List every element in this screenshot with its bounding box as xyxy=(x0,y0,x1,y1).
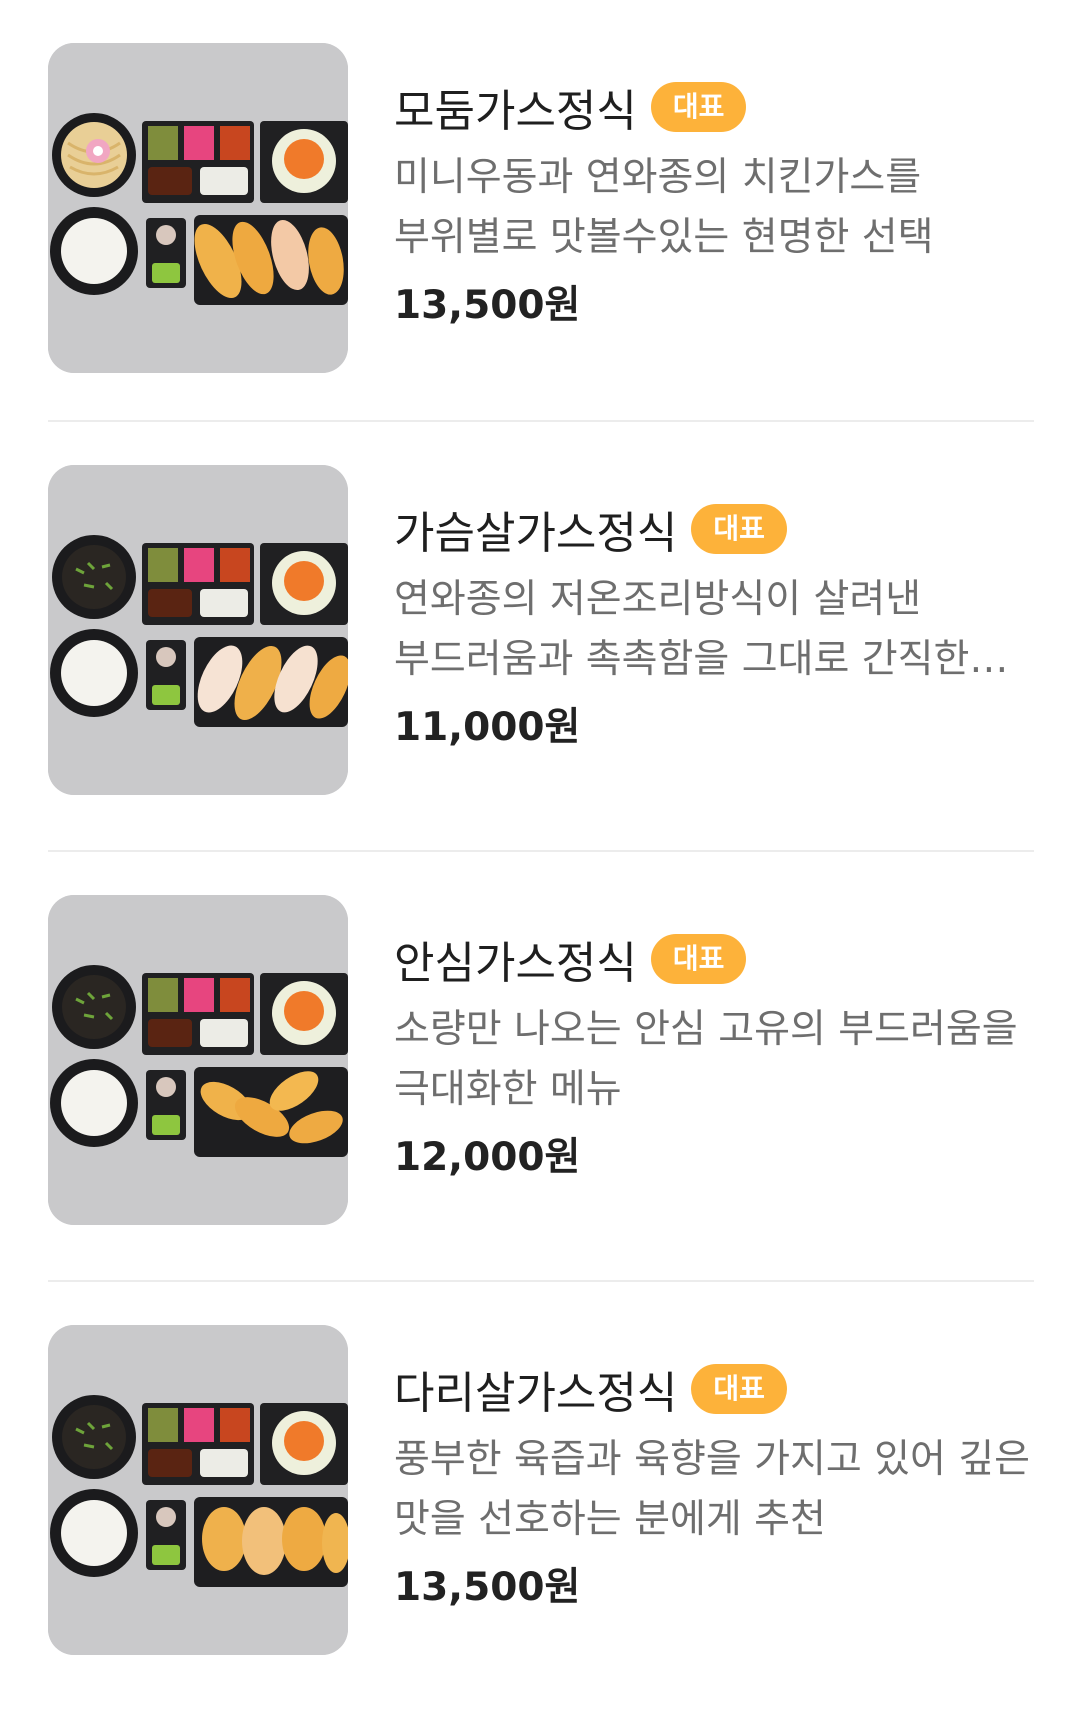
signature-badge: 대표 xyxy=(691,504,787,554)
signature-badge: 대표 xyxy=(691,1364,787,1414)
menu-item-title-row: 모둠가스정식 대표 xyxy=(394,72,1034,142)
menu-item-name: 가슴살가스정식 xyxy=(394,508,678,559)
menu-item-info: 다리살가스정식 대표 풍부한 육즙과 육향을 가지고 있어 깊은 맛을 선호하는… xyxy=(394,1354,1034,1618)
menu-item-price: 12,000원 xyxy=(394,1135,581,1180)
menu-item-info: 가슴살가스정식 대표 연와종의 저온조리방식이 살려낸 부드러움과 촉촉함을 그… xyxy=(394,494,1034,758)
menu-list: 모둠가스정식 대표 미니우동과 연와종의 치킨가스를 부위별로 맛볼수있는 현명… xyxy=(0,0,1080,1712)
signature-badge: 대표 xyxy=(650,82,747,132)
menu-item-info: 안심가스정식 대표 소량만 나오는 안심 고유의 부드러움을 극대화한 메뉴 1… xyxy=(394,924,1034,1188)
menu-item[interactable]: 모둠가스정식 대표 미니우동과 연와종의 치킨가스를 부위별로 맛볼수있는 현명… xyxy=(0,0,1080,422)
menu-item-photo[interactable] xyxy=(48,465,348,795)
menu-item-price: 13,500원 xyxy=(394,1565,581,1610)
set-meal-photo-soup xyxy=(48,895,348,1225)
menu-item-photo[interactable] xyxy=(48,1325,348,1655)
menu-item-name: 다리살가스정식 xyxy=(394,1368,678,1419)
menu-item-description: 풍부한 육즙과 육향을 가지고 있어 깊은 맛을 선호하는 분에게 추천 xyxy=(394,1437,1031,1542)
set-meal-photo-soup xyxy=(48,465,348,795)
menu-item-info: 모둠가스정식 대표 미니우동과 연와종의 치킨가스를 부위별로 맛볼수있는 현명… xyxy=(394,72,1034,336)
menu-item-price: 13,500원 xyxy=(394,283,581,328)
menu-item-description: 미니우동과 연와종의 치킨가스를 부위별로 맛볼수있는 현명한 선택 xyxy=(394,155,934,260)
menu-item[interactable]: 가슴살가스정식 대표 연와종의 저온조리방식이 살려낸 부드러움과 촉촉함을 그… xyxy=(0,422,1080,852)
set-meal-photo-udon xyxy=(48,43,348,373)
set-meal-photo-soup xyxy=(48,1325,348,1655)
menu-item-title-row: 안심가스정식 대표 xyxy=(394,924,1034,994)
menu-item[interactable]: 안심가스정식 대표 소량만 나오는 안심 고유의 부드러움을 극대화한 메뉴 1… xyxy=(0,852,1080,1282)
menu-item[interactable]: 다리살가스정식 대표 풍부한 육즙과 육향을 가지고 있어 깊은 맛을 선호하는… xyxy=(0,1282,1080,1712)
menu-item-name: 모둠가스정식 xyxy=(394,86,637,137)
menu-item-price: 11,000원 xyxy=(394,705,581,750)
signature-badge: 대표 xyxy=(650,934,747,984)
menu-item-name: 안심가스정식 xyxy=(394,938,637,989)
menu-item-photo[interactable] xyxy=(48,43,348,373)
menu-item-description: 소량만 나오는 안심 고유의 부드러움을 극대화한 메뉴 xyxy=(394,1007,1018,1112)
menu-item-title-row: 다리살가스정식 대표 xyxy=(394,1354,1034,1424)
menu-item-description: 연와종의 저온조리방식이 살려낸 부드러움과 촉촉함을 그대로 간직한 연와… xyxy=(394,577,970,682)
menu-item-photo[interactable] xyxy=(48,895,348,1225)
menu-item-title-row: 가슴살가스정식 대표 xyxy=(394,494,1034,564)
